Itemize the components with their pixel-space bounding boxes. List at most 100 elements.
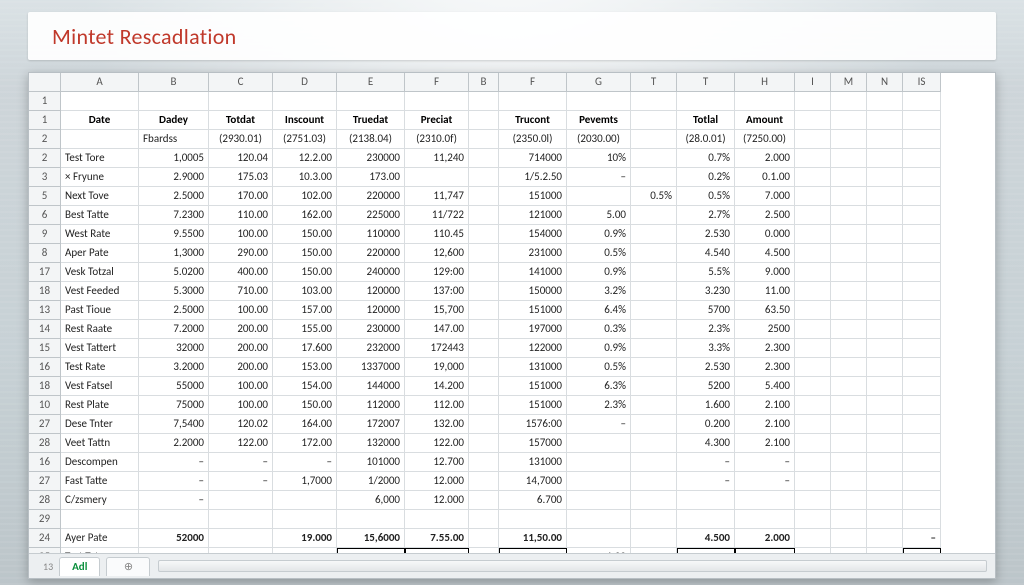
cell[interactable] xyxy=(273,92,337,111)
cell[interactable]: Rest Plate xyxy=(61,396,139,415)
row-header[interactable]: 16 xyxy=(29,453,61,472)
column-header[interactable]: M xyxy=(831,73,867,92)
cell[interactable]: 132000 xyxy=(337,434,405,453)
column-header[interactable]: T xyxy=(677,73,735,92)
column-title[interactable]: Inscount xyxy=(273,111,337,130)
column-title[interactable]: Amount xyxy=(735,111,795,130)
cell[interactable]: 173.00 xyxy=(337,168,405,187)
cell[interactable]: 2.3% xyxy=(677,320,735,339)
cell[interactable]: 2.3% xyxy=(567,396,631,415)
cell[interactable] xyxy=(631,149,677,168)
row-header[interactable]: 1 xyxy=(29,111,61,130)
cell[interactable]: 154000 xyxy=(499,225,567,244)
column-title[interactable] xyxy=(795,111,831,130)
cell[interactable] xyxy=(867,149,903,168)
row-header[interactable]: 14 xyxy=(29,320,61,339)
cell[interactable] xyxy=(405,168,469,187)
cell[interactable]: 7.55.00 xyxy=(405,529,469,548)
cell[interactable]: Fbardss xyxy=(139,130,209,149)
cell[interactable]: 11,50.00 xyxy=(499,529,567,548)
row-header[interactable]: 1 xyxy=(29,92,61,111)
column-title[interactable] xyxy=(469,111,499,130)
cell[interactable] xyxy=(795,263,831,282)
cell[interactable] xyxy=(831,130,867,149)
cell[interactable]: – xyxy=(903,529,941,548)
cell[interactable]: 200.00 xyxy=(209,358,273,377)
cell[interactable] xyxy=(631,510,677,529)
cell[interactable] xyxy=(831,149,867,168)
cell[interactable]: 0.9% xyxy=(567,225,631,244)
cell[interactable] xyxy=(61,130,139,149)
cell[interactable] xyxy=(867,320,903,339)
cell[interactable] xyxy=(795,472,831,491)
cell[interactable]: 5.400 xyxy=(735,377,795,396)
cell[interactable]: 11,747 xyxy=(405,187,469,206)
cell[interactable] xyxy=(867,225,903,244)
cell[interactable]: Test Rate xyxy=(61,358,139,377)
column-title[interactable]: Date xyxy=(61,111,139,130)
cell[interactable]: 0.7% xyxy=(677,149,735,168)
cell[interactable]: 0.3% xyxy=(567,320,631,339)
row-header[interactable]: 13 xyxy=(29,301,61,320)
column-title[interactable]: Totlal xyxy=(677,111,735,130)
cell[interactable]: 4.500 xyxy=(735,244,795,263)
column-header[interactable]: I xyxy=(795,73,831,92)
cell[interactable]: 5700 xyxy=(677,301,735,320)
cell[interactable]: 172.00 xyxy=(273,434,337,453)
cell[interactable]: 2.9000 xyxy=(139,168,209,187)
cell[interactable] xyxy=(831,187,867,206)
cell[interactable]: 2.7% xyxy=(677,206,735,225)
cell[interactable]: (2030.00) xyxy=(567,130,631,149)
cell[interactable]: 63.50 xyxy=(735,301,795,320)
cell[interactable]: 110.00 xyxy=(209,206,273,225)
cell[interactable]: 131000 xyxy=(499,358,567,377)
cell[interactable]: 10% xyxy=(567,149,631,168)
cell[interactable] xyxy=(735,510,795,529)
cell[interactable] xyxy=(631,396,677,415)
cell[interactable]: 19.000 xyxy=(273,529,337,548)
cell[interactable]: 240000 xyxy=(337,263,405,282)
row-header[interactable]: 2 xyxy=(29,149,61,168)
cell[interactable]: – xyxy=(139,453,209,472)
cell[interactable]: 14,7000 xyxy=(499,472,567,491)
column-title[interactable] xyxy=(903,111,941,130)
cell[interactable] xyxy=(795,434,831,453)
cell[interactable] xyxy=(273,491,337,510)
cell[interactable]: 200.00 xyxy=(209,320,273,339)
cell[interactable] xyxy=(903,396,941,415)
cell[interactable] xyxy=(631,415,677,434)
cell[interactable] xyxy=(795,206,831,225)
cell[interactable] xyxy=(867,263,903,282)
add-sheet-button[interactable]: ⊕ xyxy=(106,557,150,576)
cell[interactable]: 5.5% xyxy=(677,263,735,282)
cell[interactable]: C/zsmery xyxy=(61,491,139,510)
cell[interactable]: 220000 xyxy=(337,244,405,263)
cell[interactable]: 5.3000 xyxy=(139,282,209,301)
cell[interactable]: 10.3.00 xyxy=(273,168,337,187)
cell[interactable]: – xyxy=(735,472,795,491)
cell[interactable]: 11.00 xyxy=(735,282,795,301)
cell[interactable] xyxy=(831,301,867,320)
cell[interactable]: 0.5% xyxy=(567,358,631,377)
cell[interactable]: 6.700 xyxy=(499,491,567,510)
cell[interactable]: 102.00 xyxy=(273,187,337,206)
cell[interactable]: 3.2000 xyxy=(139,358,209,377)
row-header[interactable]: 27 xyxy=(29,472,61,491)
cell[interactable] xyxy=(567,92,631,111)
cell[interactable]: (2310.0f) xyxy=(405,130,469,149)
cell[interactable]: 2.500 xyxy=(735,206,795,225)
cell[interactable]: 225000 xyxy=(337,206,405,225)
cell[interactable] xyxy=(795,225,831,244)
cell[interactable]: – xyxy=(735,453,795,472)
cell[interactable]: 120.04 xyxy=(209,149,273,168)
cell[interactable]: 231000 xyxy=(499,244,567,263)
column-header[interactable]: IS xyxy=(903,73,941,92)
cell[interactable] xyxy=(831,168,867,187)
cell[interactable]: 9.000 xyxy=(735,263,795,282)
cell[interactable]: – xyxy=(139,472,209,491)
cell[interactable]: 155.00 xyxy=(273,320,337,339)
cell[interactable]: 172007 xyxy=(337,415,405,434)
cell[interactable] xyxy=(631,301,677,320)
cell[interactable] xyxy=(867,168,903,187)
grid[interactable]: ABCDEFBFGTTHIMNIS11DateDadeyTotdatInscou… xyxy=(29,73,995,554)
